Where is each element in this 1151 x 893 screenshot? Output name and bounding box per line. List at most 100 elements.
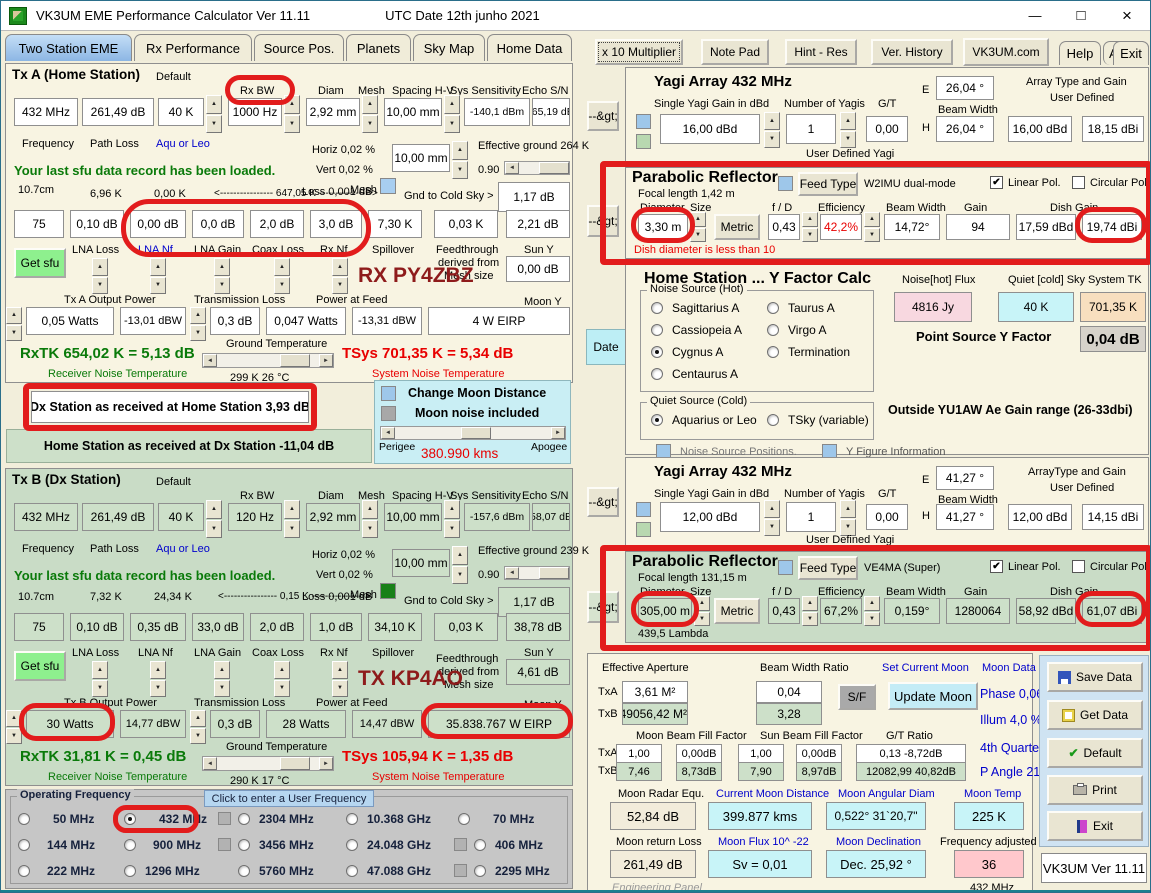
txa-spacing-v-field[interactable]: 10,00 mm [392,144,450,172]
par2-fd-spinner[interactable]: ▲▼ [802,596,818,626]
txa-gndtemp-slider[interactable]: ◄► [202,353,334,368]
yagi1-gain-spinner[interactable]: ▲▼ [764,112,780,148]
tab-sky-map[interactable]: Sky Map [413,34,485,61]
maximize-button[interactable]: □ [1058,7,1104,24]
yagi2-blue-indicator[interactable] [636,502,651,517]
par1-metric-button[interactable]: Metric [714,214,760,240]
txb-lna75-field[interactable]: 75 [14,613,64,641]
par2-eff-spinner[interactable]: ▲▼ [864,596,880,626]
yagi2-gain-spinner[interactable]: ▲▼ [764,500,780,536]
par1-transfer-button[interactable]: --&gt; [587,205,619,237]
txb-lnaloss-spinner[interactable]: ▲▼ [92,661,108,697]
txb-spacing-v-spinner[interactable]: ▲▼ [452,546,468,584]
date-button[interactable]: Date [586,329,626,365]
minimize-button[interactable]: — [1012,8,1058,23]
txa-spacing-h-field[interactable]: 10,00 mm [384,98,442,126]
txa-lna75-field[interactable]: 75 [14,210,64,238]
radio-2295mhz[interactable]: 2295 MHz [474,864,550,878]
radio-3456mhz[interactable]: 3456 MHz [238,838,314,852]
yagi1-green-indicator[interactable] [636,134,651,149]
txb-tk-spinner[interactable]: ▲▼ [206,500,222,538]
tab-home-data[interactable]: Home Data [487,34,572,61]
radio-24048ghz[interactable]: 24.048 GHz [346,838,431,852]
txa-lnagain-field[interactable]: 0,0 dB [192,210,244,238]
exit-button[interactable]: Exit [1047,811,1143,841]
note-pad-button[interactable]: Note Pad [701,39,769,65]
txb-mesh-indicator[interactable] [380,583,396,599]
par2-feed-indicator[interactable] [778,560,793,575]
txa-rxnf-spinner[interactable]: ▲▼ [332,258,348,294]
txa-default-tk-field[interactable]: 40 K [158,98,204,126]
radio-virgo[interactable]: Virgo A [767,323,826,337]
par1-linear-pol-checkbox[interactable] [990,176,1003,189]
txb-lnagain-spinner[interactable]: ▲▼ [214,661,230,697]
txb-getsfu-button[interactable]: Get sfu [14,651,66,681]
txa-coaxloss-spinner[interactable]: ▲▼ [274,258,290,294]
radio-1296mhz[interactable]: 1296 MHz [124,864,200,878]
moon-distance-slider[interactable]: ◄► [380,426,566,440]
txa-transloss-field[interactable]: 0,3 dB [210,307,260,335]
txa-spacing-h-spinner[interactable]: ▲▼ [444,95,460,133]
tab-rx-performance[interactable]: Rx Performance [134,34,252,61]
par1-circular-pol-checkbox[interactable] [1072,176,1085,189]
par1-feed-indicator[interactable] [778,176,793,191]
par2-transfer-button[interactable]: --&gt; [587,591,619,623]
radio-centaurus[interactable]: Centaurus A [651,367,738,381]
txa-rxbw-field[interactable]: 1000 Hz [228,98,282,126]
txa-lnanf-spinner[interactable]: ▲▼ [150,258,166,294]
yagi2-num-field[interactable]: 1 [786,502,836,532]
par1-size-spinner[interactable]: ▲▼ [690,212,706,242]
txb-lnaloss-field[interactable]: 0,10 dB [70,613,124,641]
radio-termination[interactable]: Termination [767,345,850,359]
yagi2-num-spinner[interactable]: ▲▼ [840,500,856,536]
txa-rxbw-spinner[interactable]: ▲▼ [284,95,300,133]
par2-size-spinner[interactable]: ▲▼ [694,596,710,626]
par2-fd-field[interactable]: 0,43 [768,598,800,624]
tab-planets[interactable]: Planets [346,34,411,61]
par2-eff-field[interactable]: 67,2% [820,598,862,624]
yagi1-blue-indicator[interactable] [636,114,651,129]
txa-mesh-indicator[interactable] [380,178,396,194]
txb-gndtemp-slider[interactable]: ◄► [202,756,334,771]
radio-sagittarius[interactable]: Sagittarius A [651,301,739,315]
txb-power-spinner[interactable]: ▲▼ [6,710,22,744]
txa-lnanf-field[interactable]: 0,00 dB [130,210,186,238]
txa-tk-spinner[interactable]: ▲▼ [206,95,222,133]
par1-eff-field[interactable]: 42,2% [820,214,862,240]
par2-diameter-field[interactable]: 305,00 m [638,598,692,624]
yagi2-green-indicator[interactable] [636,522,651,537]
default-button[interactable]: ✔ Default [1047,738,1143,768]
yagi1-num-field[interactable]: 1 [786,114,836,144]
txa-diam-field[interactable]: 2,92 mm [306,98,360,126]
radio-47088ghz[interactable]: 47.088 GHz [346,864,431,878]
par1-feed-type-button[interactable]: Feed Type [798,172,858,196]
txb-spacing-h-spinner[interactable]: ▲▼ [444,500,460,538]
radio-2304mhz[interactable]: 2304 MHz [238,812,314,826]
radio-taurus[interactable]: Taurus A [767,301,835,315]
radio-432mhz[interactable]: 432 MHz [124,812,207,826]
txb-transloss-field[interactable]: 0,3 dB [210,710,260,738]
par1-diameter-field[interactable]: 3,30 m [638,214,688,240]
radio-tsky[interactable]: TSky (variable) [767,413,869,427]
yagi1-num-spinner[interactable]: ▲▼ [840,112,856,148]
moon-noise-indicator[interactable] [381,406,396,421]
txb-default-tk-field[interactable]: 40 K [158,503,204,531]
txb-coaxloss-field[interactable]: 2,0 dB [250,613,304,641]
txa-lnaloss-spinner[interactable]: ▲▼ [92,258,108,294]
change-moon-distance-indicator[interactable] [381,386,396,401]
radio-cygnus[interactable]: Cygnus A [651,345,723,359]
radio-406mhz[interactable]: 406 MHz [474,838,543,852]
radio-900mhz[interactable]: 900 MHz [124,838,201,852]
user-frequency-button[interactable]: Click to enter a User Frequency [204,790,374,807]
txb-rxbw-spinner[interactable]: ▲▼ [284,500,300,538]
txb-mesh-spinner[interactable]: ▲▼ [362,500,378,538]
txb-spacing-h-field[interactable]: 10,00 mm [384,503,442,531]
tab-source-pos[interactable]: Source Pos. [254,34,344,61]
txa-spacing-v-spinner[interactable]: ▲▼ [452,141,468,179]
txa-power-spinner[interactable]: ▲▼ [6,307,22,341]
ver-history-button[interactable]: Ver. History [871,39,953,65]
txa-coaxloss-field[interactable]: 2,0 dB [250,210,304,238]
yagi1-gain-field[interactable]: 16,00 dBd [660,114,760,144]
save-data-button[interactable]: Save Data [1047,662,1143,692]
hint-res-button[interactable]: Hint - Res [785,39,857,65]
